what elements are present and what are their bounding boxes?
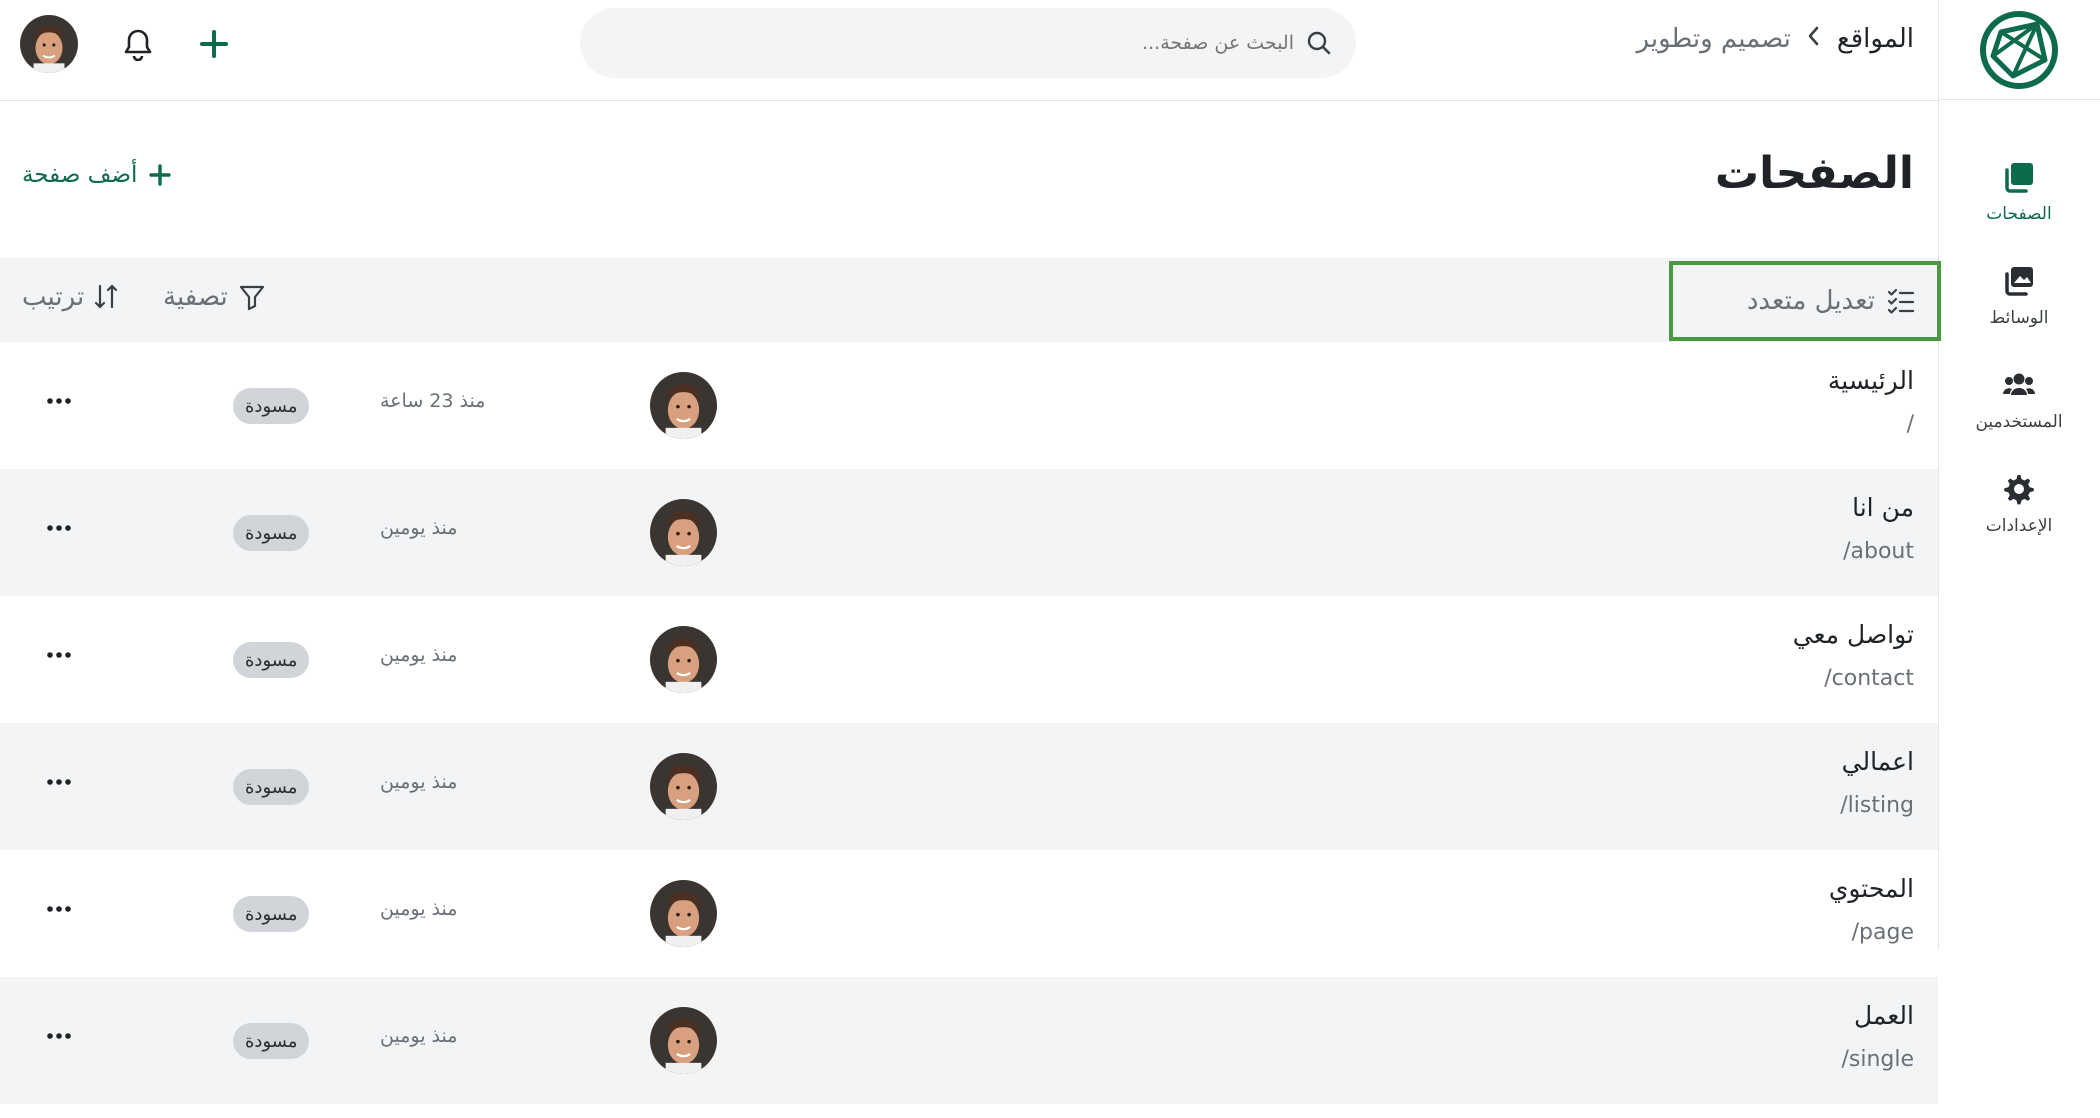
chevron-left-icon [1807, 24, 1821, 54]
plus-icon [149, 164, 172, 186]
table-row[interactable]: من انا /about منذ يومين مسودة [0, 469, 1938, 596]
filter-icon [239, 285, 264, 311]
table-row[interactable]: اعمالي /listing منذ يومين مسودة [0, 723, 1938, 850]
status-badge: مسودة [233, 769, 310, 805]
filter-button[interactable]: تصفية [163, 282, 266, 312]
status-badge: مسودة [233, 896, 310, 932]
gear-icon [2004, 475, 2034, 505]
filter-label: تصفية [163, 282, 228, 312]
sort-icon [95, 284, 118, 309]
more-actions-button[interactable] [44, 513, 74, 543]
modified-time: منذ يومين [380, 898, 458, 920]
sort-button[interactable]: ترتيب [22, 282, 120, 312]
more-dots-icon [47, 779, 71, 785]
author-avatar-image [650, 1007, 717, 1074]
logo-icon [1980, 10, 2058, 89]
media-icon [2005, 267, 2033, 296]
avatar[interactable] [20, 15, 78, 73]
page-slug: /single [1841, 1047, 1914, 1072]
more-dots-icon [47, 906, 71, 912]
pages-list: الرئيسية / منذ 23 ساعة مسودة من انا /abo… [0, 342, 1938, 1104]
logo[interactable] [1938, 0, 2100, 100]
more-dots-icon [47, 525, 71, 531]
more-actions-button[interactable] [44, 386, 74, 416]
sidebar: الصفحات الوسائط المستخدمين الإعدادات [1938, 0, 2100, 950]
add-page-label: أضف صفحة [22, 162, 138, 188]
more-dots-icon [47, 1033, 71, 1039]
page-title-cell[interactable]: من انا [1852, 493, 1914, 522]
user-avatar-image [20, 15, 78, 73]
search-input[interactable] [794, 32, 1294, 54]
author-avatar [650, 753, 717, 820]
sidebar-item-users[interactable]: المستخدمين [1938, 348, 2100, 452]
table-toolbar: تعديل متعدد تصفية ترتيب [0, 258, 1941, 342]
sidebar-item-label: الإعدادات [1985, 516, 2053, 536]
sidebar-item-label: الوسائط [1989, 308, 2049, 328]
more-dots-icon [47, 398, 71, 404]
more-actions-button[interactable] [44, 640, 74, 670]
page-slug: /page [1851, 920, 1914, 945]
breadcrumb-sites[interactable]: المواقع [1837, 24, 1914, 54]
page-title-cell[interactable]: تواصل معي [1793, 620, 1914, 649]
modified-time: منذ يومين [380, 771, 458, 793]
page-slug: / [1906, 412, 1914, 437]
page-title: الصفحات [1714, 148, 1914, 199]
checklist-icon [1887, 288, 1915, 314]
breadcrumb: المواقع تصميم وتطوير [1637, 24, 1914, 54]
author-avatar-image [650, 499, 717, 566]
page-title-cell[interactable]: المحتوي [1829, 874, 1914, 903]
author-avatar-image [650, 372, 717, 439]
modified-time: منذ 23 ساعة [380, 390, 486, 412]
more-dots-icon [47, 652, 71, 658]
add-page-button[interactable]: أضف صفحة [22, 162, 172, 188]
more-actions-button[interactable] [44, 1021, 74, 1051]
page-slug: /contact [1824, 666, 1914, 691]
top-actions [20, 15, 230, 73]
sidebar-nav: الصفحات الوسائط المستخدمين الإعدادات [1938, 140, 2100, 556]
sidebar-item-label: الصفحات [1986, 204, 2052, 224]
breadcrumb-site[interactable]: تصميم وتطوير [1637, 24, 1791, 54]
status-badge: مسودة [233, 388, 310, 424]
author-avatar-image [650, 626, 717, 693]
status-badge: مسودة [233, 515, 310, 551]
author-avatar [650, 1007, 717, 1074]
modified-time: منذ يومين [380, 517, 458, 539]
search-icon [1307, 31, 1331, 55]
sort-label: ترتيب [22, 282, 85, 312]
plus-icon[interactable] [198, 28, 230, 60]
page-title-cell[interactable]: اعمالي [1842, 747, 1914, 776]
bulk-edit-label: تعديل متعدد [1746, 286, 1875, 316]
page-title-cell[interactable]: الرئيسية [1828, 366, 1914, 395]
author-avatar-image [650, 753, 717, 820]
modified-time: منذ يومين [380, 644, 458, 666]
page-slug: /about [1843, 539, 1914, 564]
status-badge: مسودة [233, 1023, 310, 1059]
author-avatar [650, 372, 717, 439]
modified-time: منذ يومين [380, 1025, 458, 1047]
page-title-cell[interactable]: العمل [1854, 1001, 1914, 1030]
author-avatar-image [650, 880, 717, 947]
sidebar-item-label: المستخدمين [1975, 412, 2063, 432]
sidebar-item-settings[interactable]: الإعدادات [1938, 452, 2100, 556]
table-row[interactable]: العمل /single منذ يومين مسودة [0, 977, 1938, 1104]
more-actions-button[interactable] [44, 767, 74, 797]
bulk-edit-button[interactable]: تعديل متعدد [1669, 261, 1941, 341]
bell-icon[interactable] [122, 27, 154, 61]
sidebar-item-pages[interactable]: الصفحات [1938, 140, 2100, 244]
status-badge: مسودة [233, 642, 310, 678]
table-row[interactable]: تواصل معي /contact منذ يومين مسودة [0, 596, 1938, 723]
users-icon [2003, 373, 2035, 395]
table-row[interactable]: المحتوي /page منذ يومين مسودة [0, 850, 1938, 977]
table-row[interactable]: الرئيسية / منذ 23 ساعة مسودة [0, 342, 1938, 469]
sidebar-item-media[interactable]: الوسائط [1938, 244, 2100, 348]
pages-icon [2005, 163, 2033, 193]
author-avatar [650, 626, 717, 693]
author-avatar [650, 880, 717, 947]
page-slug: /listing [1840, 793, 1914, 818]
more-actions-button[interactable] [44, 894, 74, 924]
search-bar[interactable] [580, 8, 1356, 78]
topbar: المواقع تصميم وتطوير [0, 0, 1938, 101]
author-avatar [650, 499, 717, 566]
